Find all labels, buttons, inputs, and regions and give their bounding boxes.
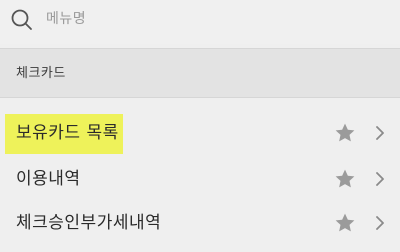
menu-item-card-list[interactable]: 보유카드 목록 (0, 108, 400, 158)
chevron-right-icon[interactable] (374, 214, 386, 232)
menu-item-usage-history[interactable]: 이용내역 (0, 155, 400, 205)
menu-item-label: 보유카드 목록 (16, 123, 119, 143)
chevron-right-icon[interactable] (374, 170, 386, 188)
menu-item-label: 체크승인부가세내역 (16, 213, 162, 233)
search-bar[interactable]: 메뉴명 (0, 0, 400, 44)
star-icon[interactable] (334, 168, 356, 190)
section-header: 체크카드 (0, 48, 400, 98)
menu-item-vat-history[interactable]: 체크승인부가세내역 (0, 200, 400, 250)
star-icon[interactable] (334, 122, 356, 144)
section-title: 체크카드 (16, 66, 66, 81)
menu-item-label: 이용내역 (16, 169, 81, 189)
star-icon[interactable] (334, 212, 356, 234)
search-input[interactable]: 메뉴명 (46, 10, 86, 28)
chevron-right-icon[interactable] (374, 124, 386, 142)
search-icon[interactable] (10, 8, 34, 32)
